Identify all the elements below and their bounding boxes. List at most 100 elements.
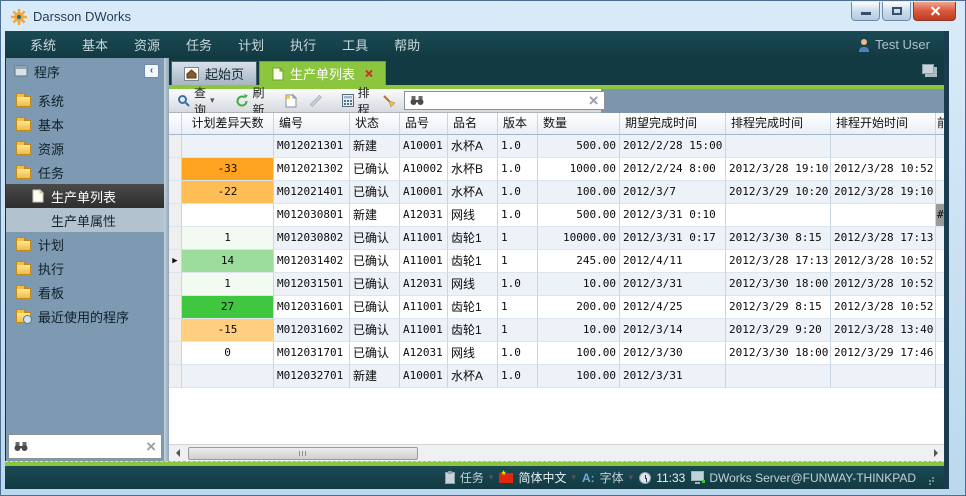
clear-icon[interactable]: × [146, 438, 156, 455]
cell-item-no: A11001 [400, 227, 448, 250]
menu-resource[interactable]: 资源 [121, 35, 173, 54]
header-item-name[interactable]: 品名 [448, 113, 498, 135]
sidebar-item-label: 计划 [38, 235, 64, 254]
task-dropdown[interactable]: 任务 ▾ [445, 469, 494, 486]
sidebar-item-label: 生产单列表 [51, 187, 116, 206]
cell-diff-days: 27 [182, 296, 274, 319]
cell-due: 2012/3/31 [620, 273, 726, 296]
maximize-icon [892, 7, 902, 15]
minimize-button[interactable] [851, 2, 880, 21]
scroll-left-button[interactable] [169, 446, 185, 461]
table-row[interactable]: M012030801 新建 A12031 网线 1.0 500.00 2012/… [169, 204, 944, 227]
cell-qty: 500.00 [538, 204, 620, 227]
table-row[interactable]: M012032701 新建 A10001 水杯A 1.0 100.00 2012… [169, 365, 944, 388]
scrollbar-track[interactable] [185, 446, 928, 461]
arrow-right-icon [934, 449, 942, 457]
header-clipped[interactable]: 前 [936, 113, 944, 135]
table-row[interactable]: -15 M012031602 已确认 A11001 齿轮1 1 10.00 20… [169, 319, 944, 342]
server-status: DWorks Server@FUNWAY-THINKPAD [691, 471, 916, 485]
current-user[interactable]: Test User [858, 37, 930, 52]
cell-clipped [936, 319, 944, 342]
table-row[interactable]: 27 M012031601 已确认 A11001 齿轮1 1 200.00 20… [169, 296, 944, 319]
cell-version: 1.0 [498, 158, 538, 181]
cell-order-no: M012031402 [274, 250, 350, 273]
sidebar-item-plan[interactable]: 计划 [6, 232, 164, 256]
menu-plan[interactable]: 计划 [225, 35, 277, 54]
tab-close-icon[interactable] [364, 69, 373, 78]
table-row[interactable]: -22 M012021401 已确认 A10001 水杯A 1.0 100.00… [169, 181, 944, 204]
sidebar-items: 系统 基本 资源 任务 生产单列表 生产单属性 计划 执行 看板 最近使用的程序 [6, 84, 164, 434]
header-selector [169, 113, 182, 135]
horizontal-scrollbar[interactable] [169, 444, 944, 461]
cell-sched-start: 2012/3/28 19:10 [831, 181, 936, 204]
sidebar-collapse-button[interactable]: ‹ [144, 64, 159, 78]
sidebar-item-production-order-list[interactable]: 生产单列表 [6, 184, 164, 208]
language-dropdown[interactable]: 简体中文 ▾ [499, 469, 576, 486]
broom-icon [382, 94, 396, 108]
table-row[interactable]: -33 M012021302 已确认 A10002 水杯B 1.0 1000.0… [169, 158, 944, 181]
sidebar-item-recent-programs[interactable]: 最近使用的程序 [6, 304, 164, 328]
sidebar-item-system[interactable]: 系统 [6, 88, 164, 112]
menu-execute[interactable]: 执行 [277, 35, 329, 54]
scroll-right-button[interactable] [928, 446, 944, 461]
header-item-no[interactable]: 品号 [400, 113, 448, 135]
cell-version: 1.0 [498, 181, 538, 204]
maximize-button[interactable] [882, 2, 911, 21]
sidebar-item-label: 基本 [38, 115, 64, 134]
table-row[interactable]: 1 M012030802 已确认 A11001 齿轮1 1 10000.00 2… [169, 227, 944, 250]
cell-item-name: 齿轮1 [448, 250, 498, 273]
window-list-icon[interactable] [922, 64, 934, 74]
cell-sched-end: 2012/3/30 8:15 [726, 227, 831, 250]
header-version[interactable]: 版本 [498, 113, 538, 135]
sidebar-item-kanban[interactable]: 看板 [6, 280, 164, 304]
sidebar-search: × [8, 434, 162, 459]
cell-diff-days: -22 [182, 181, 274, 204]
sidebar-item-label: 资源 [38, 139, 64, 158]
calculator-icon [342, 94, 354, 107]
home-icon [184, 67, 199, 81]
sidebar-search-input[interactable] [33, 440, 141, 454]
menu-basic[interactable]: 基本 [69, 35, 121, 54]
header-due[interactable]: 期望完成时间 [620, 113, 726, 135]
cell-item-no: A10001 [400, 365, 448, 388]
edit-button[interactable] [305, 92, 326, 109]
menu-help[interactable]: 帮助 [381, 35, 433, 54]
table-row[interactable]: 0 M012031701 已确认 A12031 网线 1.0 100.00 20… [169, 342, 944, 365]
tab-label: 生产单列表 [290, 64, 355, 83]
table-row-selected[interactable]: ▶ 14 M012031402 已确认 A11001 齿轮1 1 245.00 … [169, 250, 944, 273]
close-button[interactable] [913, 2, 956, 21]
menu-task[interactable]: 任务 [173, 35, 225, 54]
table-row[interactable]: 1 M012031501 已确认 A12031 网线 1.0 10.00 201… [169, 273, 944, 296]
scrollbar-thumb[interactable] [188, 447, 418, 460]
sidebar-item-resource[interactable]: 资源 [6, 136, 164, 160]
tab-production-order-list[interactable]: 生产单列表 [259, 61, 386, 85]
sidebar-item-basic[interactable]: 基本 [6, 112, 164, 136]
binoculars-icon [410, 95, 424, 106]
arrow-left-icon [172, 449, 180, 457]
cell-clipped [936, 135, 944, 158]
header-order-no[interactable]: 编号 [274, 113, 350, 135]
header-sched-end[interactable]: 排程完成时间 [726, 113, 831, 135]
cell-item-name: 水杯B [448, 158, 498, 181]
sidebar-item-production-order-props[interactable]: 生产单属性 [6, 208, 164, 232]
font-label: 字体 [600, 469, 624, 486]
menu-tools[interactable]: 工具 [329, 35, 381, 54]
cell-clipped [936, 273, 944, 296]
header-status[interactable]: 状态 [350, 113, 400, 135]
table-row[interactable]: M012021301 新建 A10001 水杯A 1.0 500.00 2012… [169, 135, 944, 158]
header-diff-days[interactable]: 计划差异天数 [182, 113, 274, 135]
cell-item-name: 水杯A [448, 135, 498, 158]
table-filter-input[interactable] [429, 94, 584, 108]
tab-home[interactable]: 起始页 [171, 61, 257, 85]
header-qty[interactable]: 数量 [538, 113, 620, 135]
clear-icon[interactable]: × [589, 92, 599, 109]
new-button[interactable] [281, 92, 301, 110]
sidebar-item-execute[interactable]: 执行 [6, 256, 164, 280]
sidebar-item-task[interactable]: 任务 [6, 160, 164, 184]
resize-grip[interactable] [926, 474, 934, 482]
cell-version: 1 [498, 227, 538, 250]
clean-button[interactable] [378, 92, 400, 110]
menu-system[interactable]: 系统 [17, 35, 69, 54]
font-dropdown[interactable]: A: 字体 ▾ [582, 469, 633, 486]
header-sched-start[interactable]: 排程开始时间 [831, 113, 936, 135]
